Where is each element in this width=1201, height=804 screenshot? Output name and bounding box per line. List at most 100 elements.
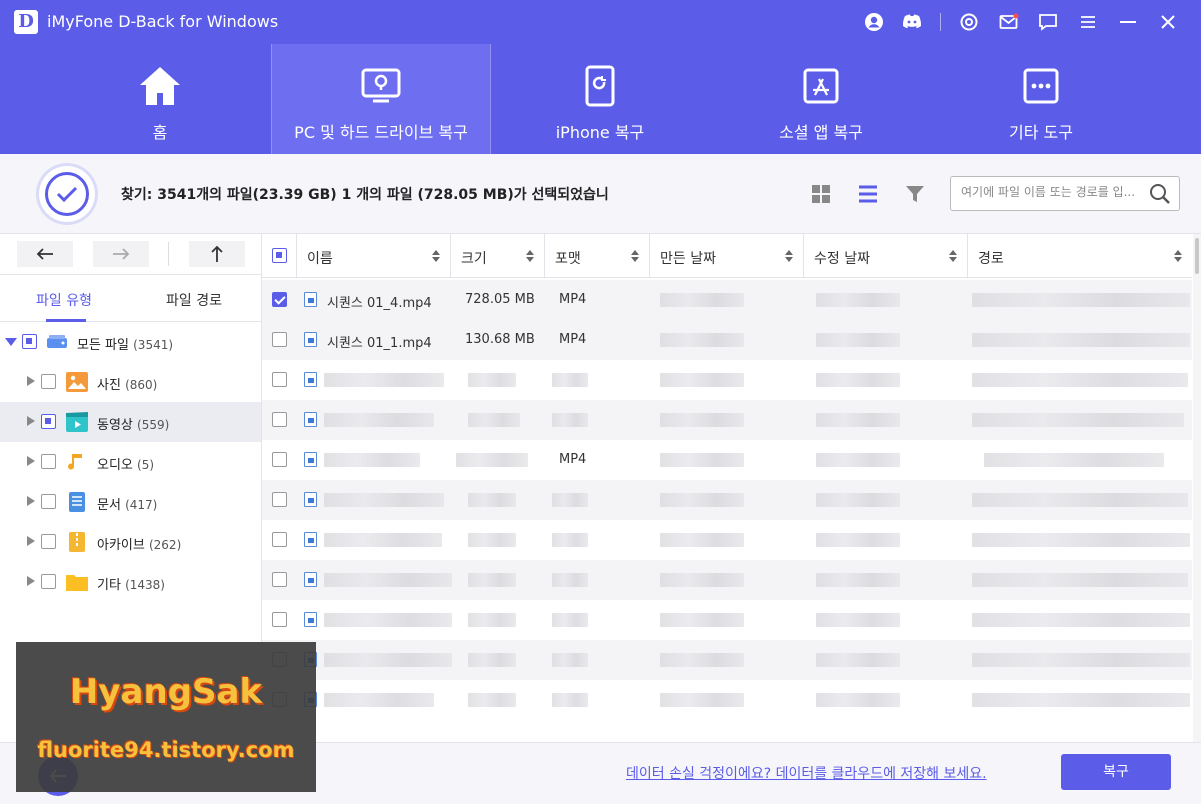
more-tools-icon (1019, 64, 1063, 108)
row-checkbox[interactable] (272, 372, 287, 387)
redacted-created-date (660, 453, 744, 467)
minimize-icon[interactable] (1116, 10, 1140, 34)
app-title: iMyFone D-Back for Windows (47, 12, 279, 31)
nav-social-app-recovery[interactable]: 소셜 앱 복구 (711, 44, 931, 154)
other-checkbox[interactable] (41, 574, 56, 589)
back-nav-button[interactable] (17, 241, 73, 267)
close-icon[interactable] (1156, 10, 1180, 34)
arrow-up-icon (211, 245, 223, 262)
sort-icon[interactable] (785, 250, 793, 262)
table-row[interactable] (262, 360, 1192, 400)
archives-checkbox[interactable] (41, 534, 56, 549)
filter-icon[interactable] (902, 181, 928, 207)
audio-checkbox[interactable] (41, 454, 56, 469)
scrollbar-thumb[interactable] (1195, 238, 1199, 274)
tree-item-audio[interactable]: 오디오 (5) (0, 442, 261, 482)
tree-item-other[interactable]: 기타 (1438) (0, 562, 261, 602)
nav-iphone-recovery[interactable]: iPhone 복구 (490, 44, 710, 154)
nav-home[interactable]: 홈 (50, 44, 270, 154)
sort-icon[interactable] (631, 250, 639, 262)
sort-icon[interactable] (1174, 250, 1182, 262)
documents-checkbox[interactable] (41, 494, 56, 509)
search-input[interactable] (961, 185, 1151, 199)
table-row[interactable]: MP4 (262, 440, 1192, 480)
mail-icon[interactable] (997, 10, 1021, 34)
forward-nav-button[interactable] (93, 241, 149, 267)
videos-checkbox[interactable] (41, 414, 56, 429)
expand-arrow-icon[interactable] (27, 576, 35, 586)
table-row[interactable]: 시퀀스 01_1.mp4 130.68 MB MP4 (262, 320, 1192, 360)
redacted-path (972, 693, 1190, 707)
list-view-icon[interactable] (855, 181, 881, 207)
expand-arrow-icon[interactable] (27, 376, 35, 386)
tab-file-path[interactable]: 파일 경로 (166, 290, 222, 310)
expand-arrow-icon[interactable] (27, 416, 35, 426)
table-scrollbar[interactable] (1193, 234, 1201, 742)
cloud-backup-link[interactable]: 데이터 손실 걱정이에요? 데이터를 클라우드에 저장해 보세요. (626, 763, 987, 783)
redacted-created-date (660, 493, 744, 507)
expand-arrow-icon[interactable] (27, 496, 35, 506)
tree-count-documents: (417) (125, 498, 158, 512)
menu-icon[interactable] (1076, 10, 1100, 34)
redacted-file-size (468, 613, 516, 627)
table-row[interactable] (262, 520, 1192, 560)
nav-other-tools[interactable]: 기타 도구 (931, 44, 1151, 154)
select-all-checkbox[interactable] (272, 248, 287, 263)
expand-arrow-icon[interactable] (27, 536, 35, 546)
column-header-modified[interactable]: 수정 날짜 (803, 234, 967, 278)
feedback-icon[interactable] (1036, 10, 1060, 34)
tree-label-videos: 동영상 (97, 418, 133, 433)
up-nav-button[interactable] (189, 241, 245, 267)
account-icon[interactable] (862, 10, 886, 34)
table-row[interactable]: 시퀀스 01_4.mp4 728.05 MB MP4 (262, 280, 1192, 320)
sort-icon[interactable] (949, 250, 957, 262)
column-header-path[interactable]: 경로 (967, 234, 1192, 278)
row-checkbox[interactable] (272, 452, 287, 467)
sort-icon[interactable] (432, 250, 440, 262)
table-row[interactable] (262, 560, 1192, 600)
row-checkbox[interactable] (272, 612, 287, 627)
main-navigation: 홈 PC 및 하드 드라이브 복구 iPhone 복구 소셜 앱 복구 기타 도… (0, 44, 1201, 154)
tree-item-videos[interactable]: 동영상 (559) (0, 402, 261, 442)
row-checkbox[interactable] (272, 532, 287, 547)
expand-arrow-icon[interactable] (27, 456, 35, 466)
redacted-created-date (660, 693, 744, 707)
tree-label-all-files: 모든 파일 (77, 338, 129, 353)
search-field[interactable] (950, 176, 1180, 211)
search-icon[interactable] (1149, 183, 1171, 209)
settings-icon[interactable] (957, 10, 981, 34)
discord-icon[interactable] (900, 10, 924, 34)
row-checkbox[interactable] (272, 572, 287, 587)
redacted-file-format (552, 693, 588, 707)
collapse-arrow-icon[interactable] (5, 338, 17, 346)
all-files-checkbox[interactable] (22, 334, 37, 349)
table-row[interactable] (262, 640, 1192, 680)
table-row[interactable] (262, 600, 1192, 640)
table-row[interactable] (262, 680, 1192, 720)
row-checkbox[interactable] (272, 292, 287, 307)
row-checkbox[interactable] (272, 332, 287, 347)
sort-icon[interactable] (526, 250, 534, 262)
tree-item-documents[interactable]: 문서 (417) (0, 482, 261, 522)
column-header-size[interactable]: 크기 (450, 234, 544, 278)
row-checkbox[interactable] (272, 412, 287, 427)
row-checkbox[interactable] (272, 492, 287, 507)
table-row[interactable] (262, 480, 1192, 520)
tree-item-photos[interactable]: 사진 (860) (0, 362, 261, 402)
tree-count-other: (1438) (125, 578, 165, 592)
column-header-created[interactable]: 만든 날짜 (649, 234, 803, 278)
file-size: 728.05 MB (465, 292, 535, 307)
redacted-created-date (660, 533, 744, 547)
column-header-name[interactable]: 이름 (296, 234, 450, 278)
tree-item-all-files[interactable]: 모든 파일 (3541) (0, 322, 261, 362)
nav-pc-drive-recovery[interactable]: PC 및 하드 드라이브 복구 (271, 44, 491, 154)
tree-item-archives[interactable]: 아카이브 (262) (0, 522, 261, 562)
table-row[interactable] (262, 400, 1192, 440)
recover-button[interactable]: 복구 (1061, 754, 1171, 790)
grid-view-icon[interactable] (808, 181, 834, 207)
column-header-format[interactable]: 포맷 (544, 234, 649, 278)
video-file-icon (304, 612, 317, 627)
tab-file-type[interactable]: 파일 유형 (36, 290, 92, 310)
titlebar-divider (940, 13, 941, 31)
photos-checkbox[interactable] (41, 374, 56, 389)
